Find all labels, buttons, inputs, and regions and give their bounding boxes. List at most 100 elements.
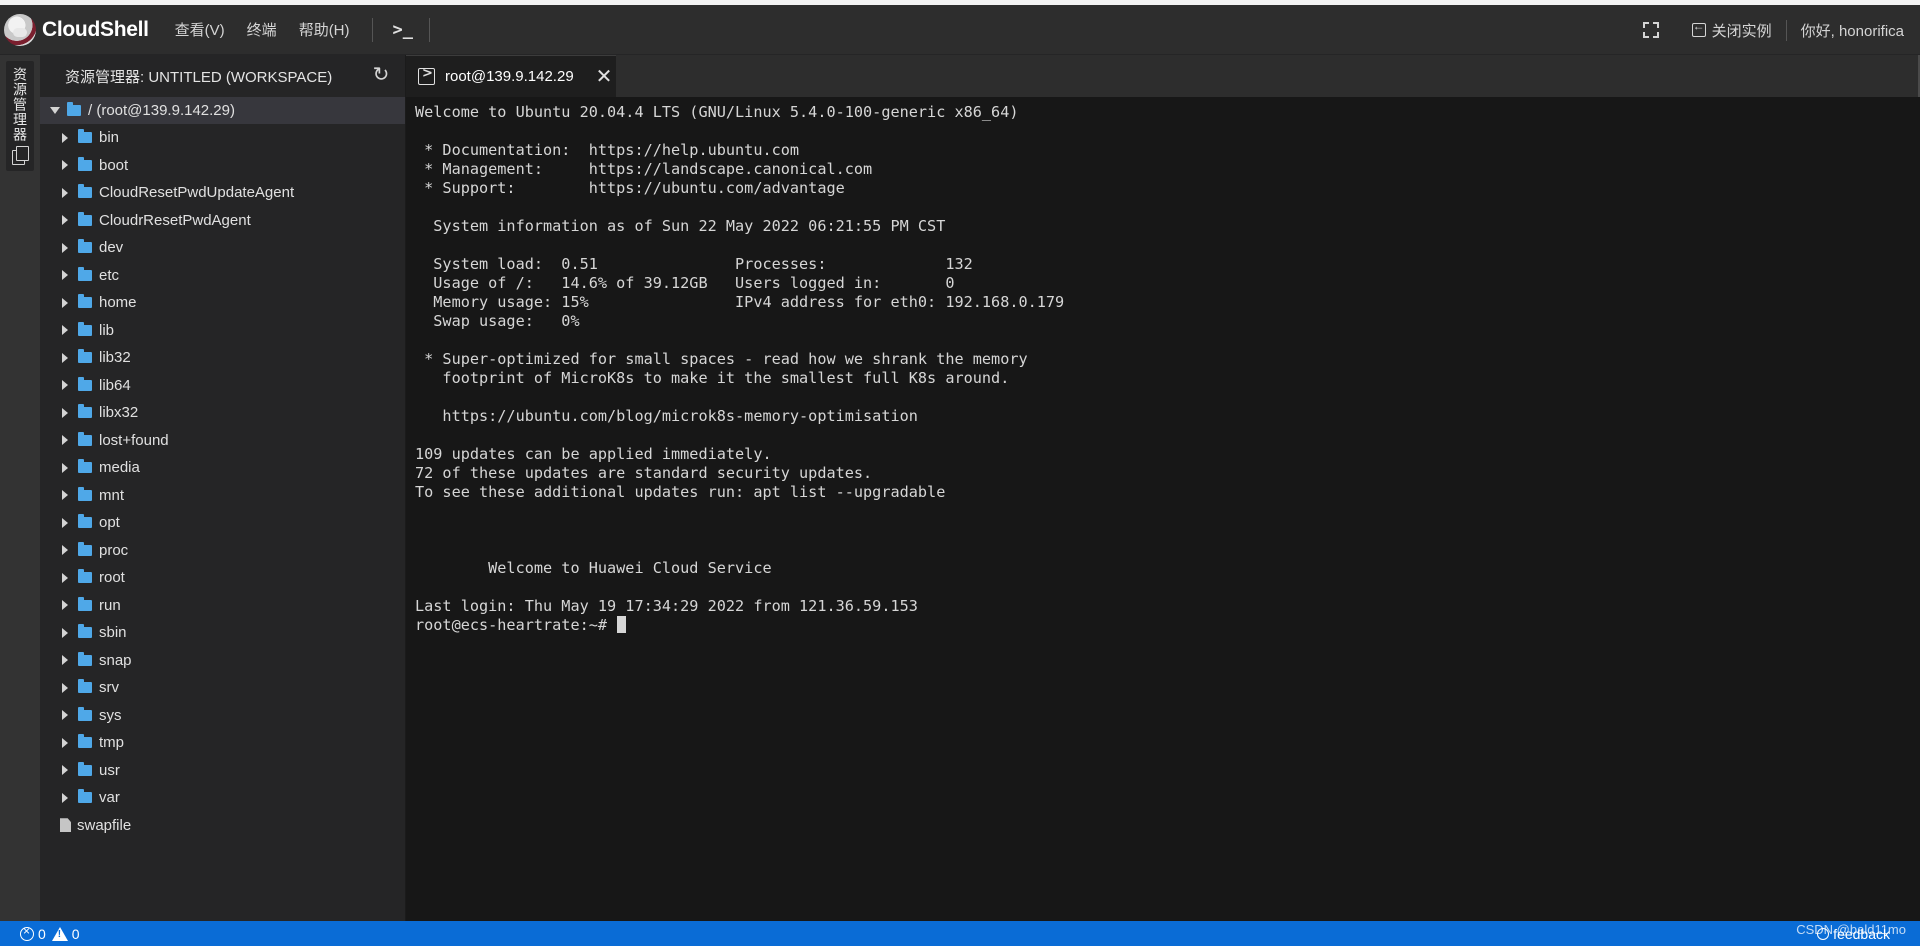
close-instance-button[interactable]: 关闭实例: [1691, 19, 1772, 41]
explorer-header: 资源管理器: UNTITLED (WORKSPACE) ↻: [40, 55, 405, 97]
warning-icon: [51, 926, 68, 941]
tree-file[interactable]: swapfile: [40, 812, 405, 840]
chevron-right-icon: [62, 160, 68, 171]
menu-view[interactable]: 查看(V): [175, 19, 225, 40]
user-greeting[interactable]: 你好, honorifica: [1785, 19, 1904, 41]
folder-icon: [78, 459, 92, 474]
problems-indicator[interactable]: 0 0: [20, 924, 80, 942]
menu-help[interactable]: 帮助(H): [299, 19, 350, 40]
tree-folder[interactable]: snap: [40, 647, 405, 675]
tree-folder[interactable]: lib32: [40, 344, 405, 372]
terminal-prompt-line[interactable]: root@ecs-heartrate:~#: [415, 616, 1920, 635]
close-instance-label: 关闭实例: [1711, 22, 1772, 40]
folder-icon: [78, 651, 92, 666]
tree-folder-label: sys: [99, 706, 122, 724]
new-terminal-button[interactable]: >_: [393, 20, 413, 40]
folder-icon: [78, 679, 92, 694]
folder-icon: [78, 376, 92, 391]
tree-folder-label: root: [99, 569, 125, 587]
header-actions: 关闭实例 你好, honorifica: [1642, 5, 1920, 55]
tree-folder[interactable]: CloudResetPwdUpdateAgent: [40, 179, 405, 207]
tree-folder-label: lost+found: [99, 431, 169, 449]
chevron-right-icon: [62, 490, 68, 501]
tree-folder[interactable]: dev: [40, 234, 405, 262]
tree-folder-label: etc: [99, 266, 120, 284]
terminal-line: 72 of these updates are standard securit…: [415, 464, 873, 482]
terminal-prompt: root@ecs-heartrate:~#: [415, 616, 617, 634]
copy-icon: [12, 146, 29, 165]
folder-icon: [78, 514, 92, 529]
tree-folder[interactable]: CloudrResetPwdAgent: [40, 207, 405, 235]
tree-folder-label: boot: [99, 156, 129, 174]
tree-folder[interactable]: lib: [40, 317, 405, 345]
tree-folder[interactable]: sbin: [40, 619, 405, 647]
terminal-panel[interactable]: Welcome to Ubuntu 20.04.4 LTS (GNU/Linux…: [406, 97, 1920, 921]
tree-folder-label: run: [99, 596, 121, 614]
tree-folder[interactable]: srv: [40, 674, 405, 702]
tree-folder[interactable]: etc: [40, 262, 405, 290]
fullscreen-icon[interactable]: [1642, 21, 1660, 39]
chevron-right-icon: [62, 352, 68, 363]
activity-bar: 资源管理器: [0, 55, 40, 921]
chevron-right-icon: [62, 682, 68, 693]
tree-folder[interactable]: var: [40, 784, 405, 812]
terminal-line: Welcome to Huawei Cloud Service: [415, 559, 772, 577]
tab-terminal-label: root@139.9.142.29: [445, 68, 574, 85]
tree-folder-label: var: [99, 789, 120, 807]
chevron-right-icon: [62, 517, 68, 528]
tree-folder-label: media: [99, 459, 140, 477]
activity-explorer-label: 资源管理器: [12, 67, 28, 142]
status-bar: 0 0 feedback: [0, 921, 1920, 946]
terminal-cursor: [617, 616, 627, 633]
tree-folder-label: CloudResetPwdUpdateAgent: [99, 184, 295, 202]
tree-folder-label: snap: [99, 651, 132, 669]
refresh-icon[interactable]: ↻: [371, 65, 391, 85]
terminal-line: To see these additional updates run: apt…: [415, 483, 946, 501]
chevron-right-icon: [62, 710, 68, 721]
tree-folder[interactable]: lost+found: [40, 427, 405, 455]
tree-folder[interactable]: sys: [40, 702, 405, 730]
folder-icon: [78, 404, 92, 419]
folder-icon: [78, 789, 92, 804]
tree-root-label: / (root@139.9.142.29): [88, 102, 235, 119]
activity-explorer[interactable]: 资源管理器: [6, 61, 34, 171]
tree-folder[interactable]: mnt: [40, 482, 405, 510]
menu-separator: [429, 17, 430, 42]
tree-folder[interactable]: tmp: [40, 729, 405, 757]
file-icon: [60, 818, 71, 833]
tree-folder[interactable]: boot: [40, 152, 405, 180]
tree-folder-label: sbin: [99, 624, 127, 642]
menu-terminal[interactable]: 终端: [247, 19, 277, 40]
tree-folder[interactable]: opt: [40, 509, 405, 537]
tree-root[interactable]: / (root@139.9.142.29): [40, 97, 405, 124]
tree-folder[interactable]: libx32: [40, 399, 405, 427]
tree-folder[interactable]: bin: [40, 124, 405, 152]
chevron-right-icon: [62, 462, 68, 473]
chevron-right-icon: [62, 765, 68, 776]
terminal-line: * Super-optimized for small spaces - rea…: [415, 350, 1028, 368]
chevron-right-icon: [62, 407, 68, 418]
terminal-line: Usage of /: 14.6% of 39.12GB Users logge…: [415, 274, 955, 292]
terminal-scrollbar[interactable]: [1906, 97, 1920, 921]
tree-folder[interactable]: root: [40, 564, 405, 592]
tree-folder[interactable]: usr: [40, 757, 405, 785]
tree-folder[interactable]: media: [40, 454, 405, 482]
tree-folder[interactable]: proc: [40, 537, 405, 565]
terminal-icon: [418, 66, 435, 85]
tree-folder-label: srv: [99, 679, 119, 697]
terminal-line: System load: 0.51 Processes: 132: [415, 255, 973, 273]
tab-terminal[interactable]: root@139.9.142.29 ✕: [406, 55, 616, 97]
tree-folder[interactable]: run: [40, 592, 405, 620]
tree-folder-label: lib64: [99, 376, 131, 394]
tree-folder[interactable]: home: [40, 289, 405, 317]
tree-folder-label: libx32: [99, 404, 139, 422]
tree-folder-label: tmp: [99, 734, 125, 752]
close-icon[interactable]: ✕: [596, 67, 613, 87]
tree-folder[interactable]: lib64: [40, 372, 405, 400]
explorer-sidebar: 资源管理器: UNTITLED (WORKSPACE) ↻ / (root@13…: [40, 55, 406, 921]
folder-icon: [78, 239, 92, 254]
